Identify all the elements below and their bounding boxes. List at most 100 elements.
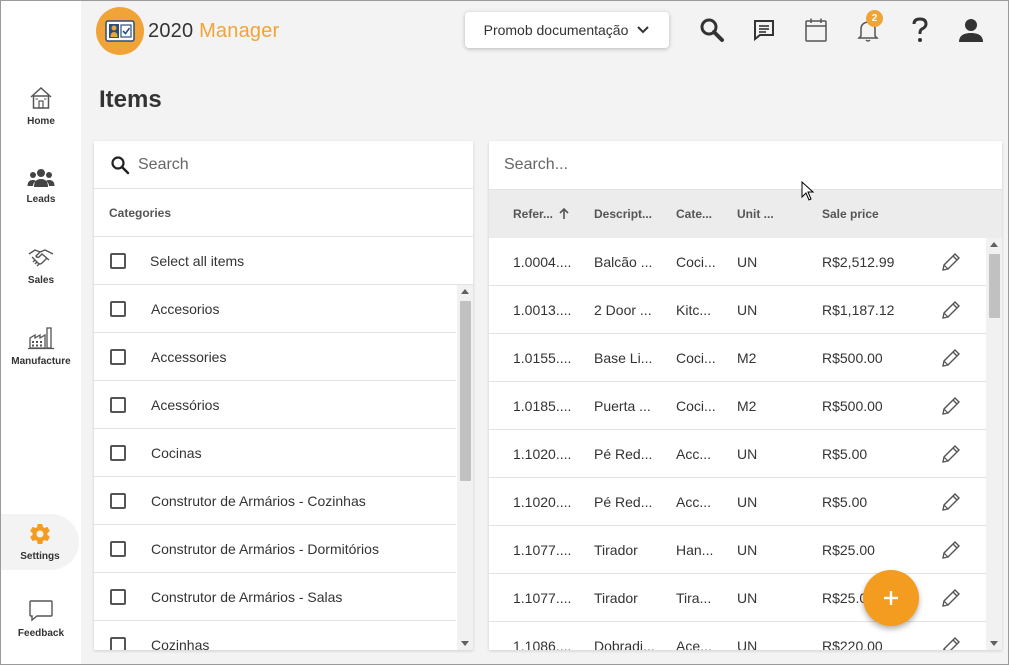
sidebar: Home Leads Sales Manufacture Settings Fe…	[1, 1, 81, 664]
column-header-unit[interactable]: Unit ...	[737, 190, 774, 238]
category-checkbox[interactable]	[110, 300, 126, 317]
app-logo[interactable]: 2020 Manager	[96, 7, 279, 55]
cell-description: Pé Red...	[594, 446, 653, 462]
column-header-sale-price[interactable]: Sale price	[822, 190, 879, 238]
edit-item-button[interactable]	[939, 490, 963, 514]
edit-item-button[interactable]	[939, 394, 963, 418]
items-scrollbar[interactable]	[986, 238, 1002, 650]
sidebar-item-manufacture[interactable]: Manufacture	[1, 313, 81, 379]
items-search[interactable]	[489, 141, 1002, 190]
table-row[interactable]: 1.0155.... Base Li... Coci... M2 R$500.00	[489, 334, 986, 382]
cell-sale-price: R$1,187.12	[822, 302, 895, 318]
category-checkbox[interactable]	[110, 396, 126, 413]
select-all-row[interactable]: Select all items	[94, 237, 473, 285]
list-item[interactable]: Construtor de Armários - Dormitórios	[94, 525, 456, 573]
categories-search-input[interactable]	[138, 155, 438, 174]
workspace-select[interactable]: Promob documentação	[465, 12, 669, 48]
messages-button[interactable]	[749, 15, 779, 45]
category-checkbox[interactable]	[110, 444, 126, 461]
sidebar-item-label: Feedback	[17, 628, 65, 639]
categories-header: Categories	[94, 189, 473, 237]
scroll-down-arrow-icon[interactable]	[461, 641, 469, 646]
table-row[interactable]: 1.1020.... Pé Red... Acc... UN R$5.00	[489, 430, 986, 478]
category-label: Construtor de Armários - Salas	[151, 588, 343, 605]
sidebar-item-label: Home	[27, 116, 55, 127]
sidebar-item-settings[interactable]: Settings	[1, 514, 79, 570]
edit-item-button[interactable]	[939, 586, 963, 610]
edit-item-button[interactable]	[939, 298, 963, 322]
plus-icon	[884, 591, 898, 605]
items-table-body: 1.0004.... Balcão ... Coci... UN R$2,512.99 1…	[489, 238, 1002, 650]
sidebar-item-label: Settings	[20, 551, 60, 562]
cell-category: Coci...	[676, 254, 716, 270]
column-header-reference[interactable]: Refer...	[513, 190, 571, 238]
cell-unit: UN	[737, 446, 758, 462]
user-account-button[interactable]	[956, 15, 986, 45]
cell-unit: UN	[737, 302, 758, 318]
categories-search[interactable]	[94, 141, 473, 189]
list-item[interactable]: Construtor de Armários - Cozinhas	[94, 477, 456, 525]
sidebar-item-leads[interactable]: Leads	[1, 153, 81, 219]
edit-item-button[interactable]	[939, 442, 963, 466]
scrollbar-thumb[interactable]	[460, 301, 471, 481]
categories-list: Accesorios Accessories Acessórios Cocina…	[94, 285, 473, 650]
cell-description: Tirador	[594, 590, 638, 606]
items-search-input[interactable]	[504, 156, 964, 174]
list-item[interactable]: Accessories	[94, 333, 456, 381]
table-row[interactable]: 1.0013.... 2 Door ... Kitc... UN R$1,187.12	[489, 286, 986, 334]
edit-item-button[interactable]	[939, 634, 963, 650]
table-row[interactable]: 1.0004.... Balcão ... Coci... UN R$2,512.99	[489, 238, 986, 286]
category-checkbox[interactable]	[110, 348, 126, 365]
sidebar-item-feedback[interactable]: Feedback	[1, 591, 81, 647]
list-item[interactable]: Acessórios	[94, 381, 456, 429]
select-all-checkbox[interactable]	[110, 252, 126, 269]
list-item[interactable]: Cocinas	[94, 429, 456, 477]
edit-item-button[interactable]	[939, 250, 963, 274]
page-title: Items	[99, 86, 162, 113]
cell-description: Puerta ...	[594, 398, 651, 414]
table-row[interactable]: 1.1077.... Tirador Han... UN R$25.00	[489, 526, 986, 574]
list-item[interactable]: Accesorios	[94, 285, 456, 333]
house-icon	[30, 86, 52, 109]
scroll-down-arrow-icon[interactable]	[990, 641, 998, 646]
category-checkbox[interactable]	[110, 492, 126, 509]
chevron-down-icon	[636, 22, 650, 38]
scroll-up-arrow-icon[interactable]	[461, 289, 469, 294]
list-item[interactable]: Construtor de Armários - Salas	[94, 573, 456, 621]
cell-reference: 1.0013....	[513, 302, 572, 318]
table-row[interactable]: 1.1086.... Dobradi... Ace... UN R$220.00	[489, 622, 986, 650]
category-label: Construtor de Armários - Dormitórios	[151, 540, 379, 557]
category-checkbox[interactable]	[110, 636, 126, 650]
cell-unit: M2	[737, 350, 757, 366]
categories-scrollbar[interactable]	[457, 285, 473, 650]
sidebar-item-home[interactable]: Home	[1, 73, 81, 139]
list-item[interactable]: Cozinhas	[94, 621, 456, 650]
cell-reference: 1.1086....	[513, 638, 572, 650]
category-checkbox[interactable]	[110, 588, 126, 605]
cell-category: Coci...	[676, 398, 716, 414]
pencil-icon	[942, 493, 960, 511]
cell-category: Ace...	[676, 638, 712, 650]
column-header-category[interactable]: Cate...	[676, 190, 712, 238]
table-row[interactable]: 1.1020.... Pé Red... Acc... UN R$5.00	[489, 478, 986, 526]
edit-item-button[interactable]	[939, 538, 963, 562]
column-header-description[interactable]: Descript...	[594, 190, 652, 238]
cell-sale-price: R$500.00	[822, 398, 883, 414]
edit-item-button[interactable]	[939, 346, 963, 370]
search-button[interactable]	[697, 15, 727, 45]
cell-reference: 1.1020....	[513, 446, 572, 462]
pencil-icon	[942, 253, 960, 271]
calendar-button[interactable]	[801, 15, 831, 45]
sidebar-item-sales[interactable]: Sales	[1, 233, 81, 299]
scrollbar-thumb[interactable]	[989, 254, 1000, 318]
help-button[interactable]	[905, 15, 935, 45]
cell-reference: 1.1077....	[513, 590, 572, 606]
search-icon	[111, 155, 130, 174]
cell-category: Kitc...	[676, 302, 712, 318]
add-item-button[interactable]	[863, 570, 919, 626]
table-row[interactable]: 1.0185.... Puerta ... Coci... M2 R$500.00	[489, 382, 986, 430]
notifications-button[interactable]: 2	[853, 10, 883, 45]
sidebar-item-label: Manufacture	[11, 356, 71, 367]
category-checkbox[interactable]	[110, 540, 126, 557]
scroll-up-arrow-icon[interactable]	[990, 242, 998, 247]
